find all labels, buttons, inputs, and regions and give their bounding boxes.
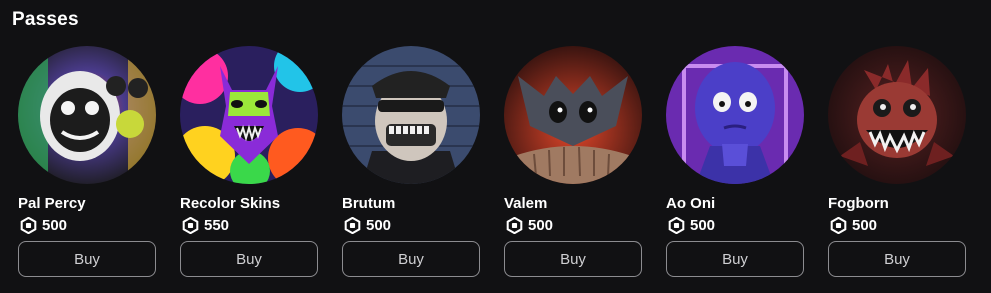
pass-price: 500 [690,216,716,234]
pass-name: Pal Percy [18,195,86,212]
robux-icon [344,216,361,234]
pass-price: 500 [852,216,878,234]
pass-card-ao-oni: Ao Oni 500 Buy [666,46,804,277]
price-row: 550 [180,215,318,235]
passes-list: Pal Percy 500 Buy Recolor Skins 550 Buy … [18,46,966,277]
robux-icon [20,216,37,234]
section-title: Passes [12,9,79,30]
price-row: 500 [666,215,804,235]
pass-card-brutum: Brutum 500 Buy [342,46,480,277]
buy-button-ao-oni[interactable]: Buy [666,241,804,277]
brutum-thumbnail-icon[interactable] [342,46,480,184]
price-row: 500 [828,215,966,235]
price-row: 500 [18,215,156,235]
pass-price: 550 [204,216,230,234]
robux-icon [668,216,685,234]
pass-name: Valem [504,195,548,212]
pass-price: 500 [366,216,392,234]
buy-button-brutum[interactable]: Buy [342,241,480,277]
pal-percy-thumbnail-icon[interactable] [18,46,156,184]
ao-oni-thumbnail-icon[interactable] [666,46,804,184]
pass-price: 500 [528,216,554,234]
price-row: 500 [342,215,480,235]
robux-icon [830,216,847,234]
pass-card-fogborn: Fogborn 500 Buy [828,46,966,277]
pass-name: Recolor Skins [180,195,281,212]
pass-name: Fogborn [828,195,889,212]
robux-icon [506,216,523,234]
pass-price: 500 [42,216,68,234]
buy-button-valem[interactable]: Buy [504,241,642,277]
robux-icon [182,216,199,234]
pass-name: Brutum [342,195,396,212]
pass-card-pal-percy: Pal Percy 500 Buy [18,46,156,277]
buy-button-fogborn[interactable]: Buy [828,241,966,277]
price-row: 500 [504,215,642,235]
pass-card-valem: Valem 500 Buy [504,46,642,277]
pass-card-recolor-skins: Recolor Skins 550 Buy [180,46,318,277]
fogborn-thumbnail-icon[interactable] [828,46,966,184]
valem-thumbnail-icon[interactable] [504,46,642,184]
recolor-skins-thumbnail-icon[interactable] [180,46,318,184]
buy-button-pal-percy[interactable]: Buy [18,241,156,277]
pass-name: Ao Oni [666,195,716,212]
buy-button-recolor-skins[interactable]: Buy [180,241,318,277]
